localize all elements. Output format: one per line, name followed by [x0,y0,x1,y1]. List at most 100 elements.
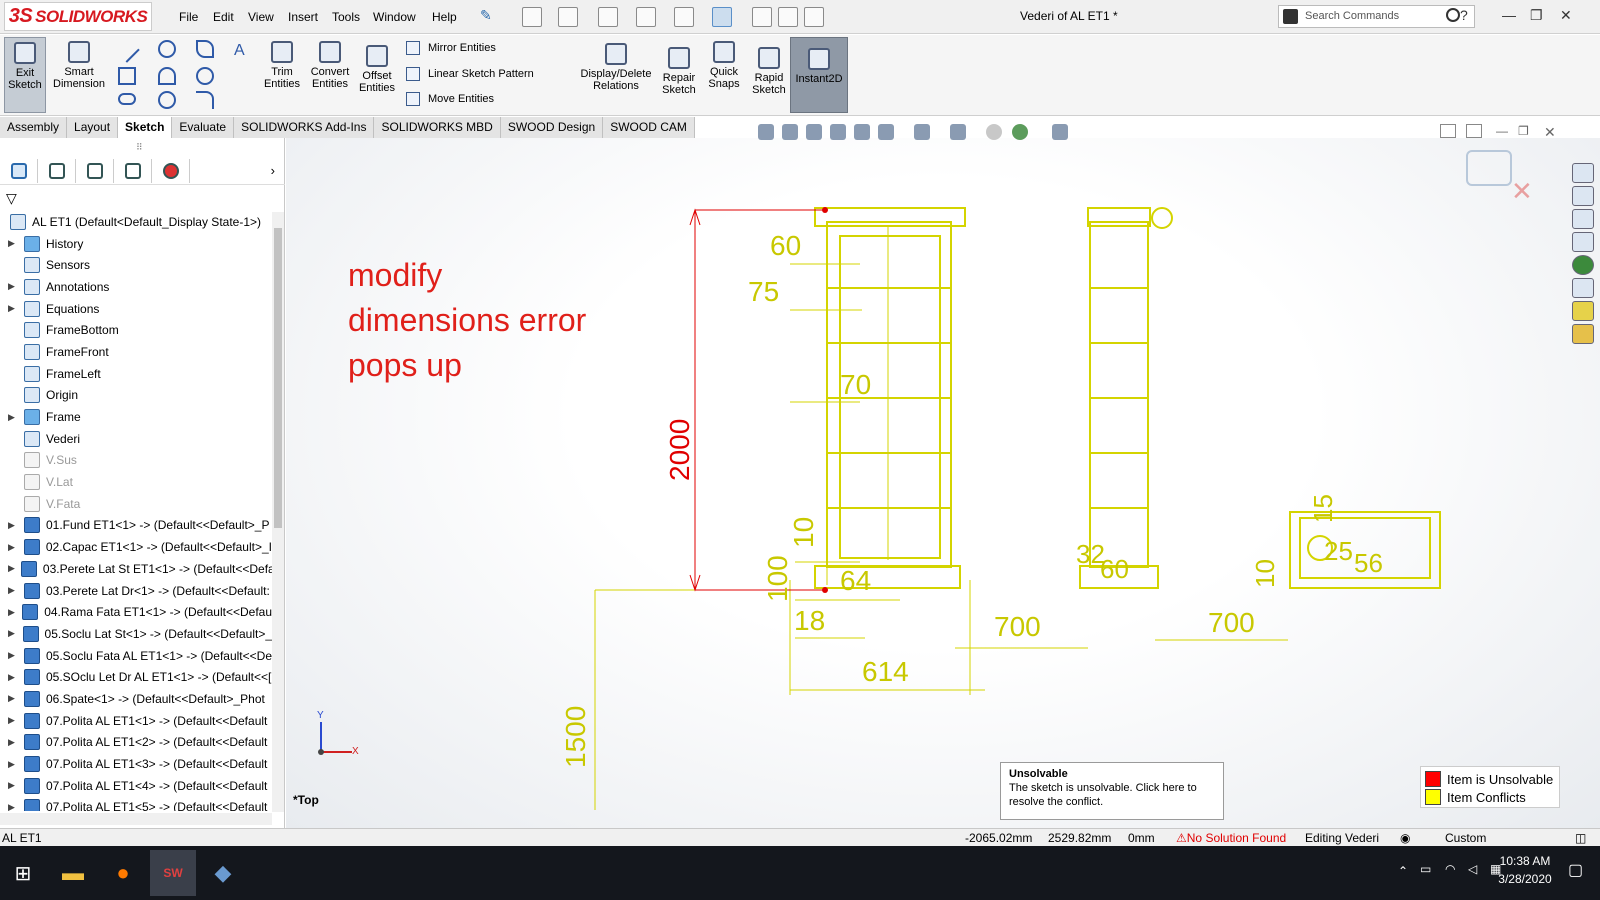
expand-arrow-icon[interactable]: ▶ [8,303,18,314]
minimize-icon[interactable]: — [1502,7,1516,23]
custom-properties-icon[interactable] [1572,278,1594,298]
undo-icon[interactable] [674,7,694,27]
tab-dimxpert[interactable] [114,159,152,183]
expand-arrow-icon[interactable]: ▶ [8,693,18,704]
front-view-sketch[interactable] [814,207,966,589]
swood-icon[interactable] [1572,301,1594,321]
dimension-25[interactable]: 25 [1324,536,1353,567]
tree-item[interactable]: V.Lat [0,471,272,493]
tree-item[interactable]: ▶ 07.Polita AL ET1<4> -> (Default<<Defaul… [0,775,272,797]
exit-sketch-button[interactable]: Exit Sketch [4,37,46,113]
zoom-to-fit-icon[interactable] [758,124,774,140]
tree-item[interactable]: ▶ 05.Soclu Lat St<1> -> (Default<<Default… [0,623,272,645]
window-tile-icon[interactable] [1440,124,1456,138]
sketch-fillet-icon[interactable] [158,91,176,109]
expand-arrow-icon[interactable]: ▶ [8,759,18,770]
rapid-sketch-button[interactable]: Rapid Sketch [748,47,790,96]
previous-view-icon[interactable] [806,124,822,140]
spline-icon[interactable] [196,40,214,58]
tree-item[interactable]: FrameBottom [0,319,272,341]
trim-entities-button[interactable]: Trim Entities [260,41,304,90]
paint-icon[interactable]: ◆ [200,850,246,896]
dimension-700-b[interactable]: 700 [1208,607,1255,639]
view-close-icon[interactable]: ✕ [1544,124,1556,141]
tree-item[interactable]: ▶ 07.Polita AL ET1<5> -> (Default<<Defaul… [0,797,272,811]
dimension-2000[interactable]: 2000 [664,419,696,481]
tree-item[interactable]: ▶ 04.Rama Fata ET1<1> -> (Default<<Defau [0,601,272,623]
quick-snaps-button[interactable]: Quick Snaps [704,41,744,90]
smart-dimension-button[interactable]: Smart Dimension [50,41,108,90]
help-icon[interactable]: ? [1460,7,1468,23]
tab-swood-cam[interactable]: SWOOD CAM [603,117,695,138]
tab-featuremanager[interactable] [0,159,38,183]
mirror-entities-button[interactable]: Mirror Entities [406,41,496,55]
rectangle-icon[interactable] [118,67,136,85]
view-restore-icon[interactable]: ❐ [1518,124,1529,138]
options-gear-icon[interactable] [804,7,824,27]
tab-addins[interactable]: SOLIDWORKS Add-Ins [234,117,375,138]
dimension-70[interactable]: 70 [840,369,871,401]
tree-hscrollbar[interactable] [0,813,272,825]
dimension-18[interactable]: 18 [794,605,825,637]
menu-file[interactable]: File [179,10,198,24]
resources-icon[interactable] [1572,186,1594,206]
dimension-10[interactable]: 10 [788,517,820,548]
tree-item[interactable]: V.Sus [0,450,272,472]
dimension-64[interactable]: 64 [840,565,871,597]
tab-sketch[interactable]: Sketch [118,117,173,138]
move-entities-button[interactable]: Move Entities [406,92,494,106]
comment-icon[interactable]: ◫ [1575,831,1586,845]
display-style-icon[interactable] [914,124,930,140]
file-properties-icon[interactable] [778,7,798,27]
dimension-10-top[interactable]: 10 [1250,559,1281,588]
view-palette-icon[interactable] [1572,232,1594,252]
select-icon[interactable] [712,7,732,27]
tree-item[interactable]: ▶ 02.Capac ET1<1> -> (Default<<Default>_I [0,536,272,558]
confirmation-corner-icon[interactable] [1466,150,1512,186]
expand-arrow-icon[interactable]: ▶ [8,715,18,726]
dimension-1500[interactable]: 1500 [560,706,592,768]
tree-item[interactable]: ▶ Equations [0,298,272,320]
volume-icon[interactable]: ◁ [1468,862,1477,876]
tree-item[interactable]: FrameFront [0,341,272,363]
tab-layout[interactable]: Layout [67,117,119,138]
search-commands[interactable]: Search Commands [1278,5,1475,28]
expand-arrow-icon[interactable]: ▶ [8,628,17,639]
tab-propertymanager[interactable] [38,159,76,183]
dynamic-annotation-icon[interactable] [854,124,870,140]
tree-item[interactable]: ▶ 03.Perete Lat St ET1<1> -> (Default<<De… [0,558,272,580]
tab-displaymanager[interactable] [152,159,190,183]
tab-evaluate[interactable]: Evaluate [172,117,235,138]
home-icon[interactable] [1572,163,1594,183]
pin-icon[interactable]: ✎ [480,7,500,27]
text-icon[interactable]: A [234,42,245,60]
slot-icon[interactable] [118,93,136,105]
save-icon[interactable] [598,7,618,27]
dimension-614[interactable]: 614 [862,656,909,688]
print-icon[interactable] [636,7,656,27]
expand-arrow-icon[interactable]: ▶ [8,607,16,618]
linear-sketch-pattern-button[interactable]: Linear Sketch Pattern [406,67,534,81]
dimension-700-a[interactable]: 700 [994,611,1041,643]
solidworks-taskbar-icon[interactable]: SW [150,850,196,896]
search-icon[interactable] [1446,8,1460,22]
unsolvable-tooltip[interactable]: Unsolvable The sketch is unsolvable. Cli… [1000,762,1224,820]
close-icon[interactable]: ✕ [1560,7,1572,24]
view-settings-icon[interactable] [1052,124,1068,140]
view-minimize-icon[interactable]: — [1496,124,1508,138]
open-icon[interactable] [558,7,578,27]
section-view-icon[interactable] [830,124,846,140]
hide-show-icon[interactable] [950,124,966,140]
chevron-right-icon[interactable]: › [271,163,275,184]
zoom-to-area-icon[interactable] [782,124,798,140]
sketch-svg[interactable] [286,138,1600,828]
tree-item[interactable]: Vederi [0,428,272,450]
dimension-75[interactable]: 75 [748,276,779,308]
windows-start-icon[interactable]: ⊞ [0,850,46,896]
expand-arrow-icon[interactable]: ▶ [8,650,18,661]
appearance-icon[interactable] [986,124,1002,140]
clock-time[interactable]: 10:38 AM [1490,854,1560,868]
tab-assembly[interactable]: Assembly [0,117,68,138]
solidworks-logo[interactable]: 3S SOLIDWORKS [4,2,152,31]
centerline-icon[interactable] [196,91,214,109]
